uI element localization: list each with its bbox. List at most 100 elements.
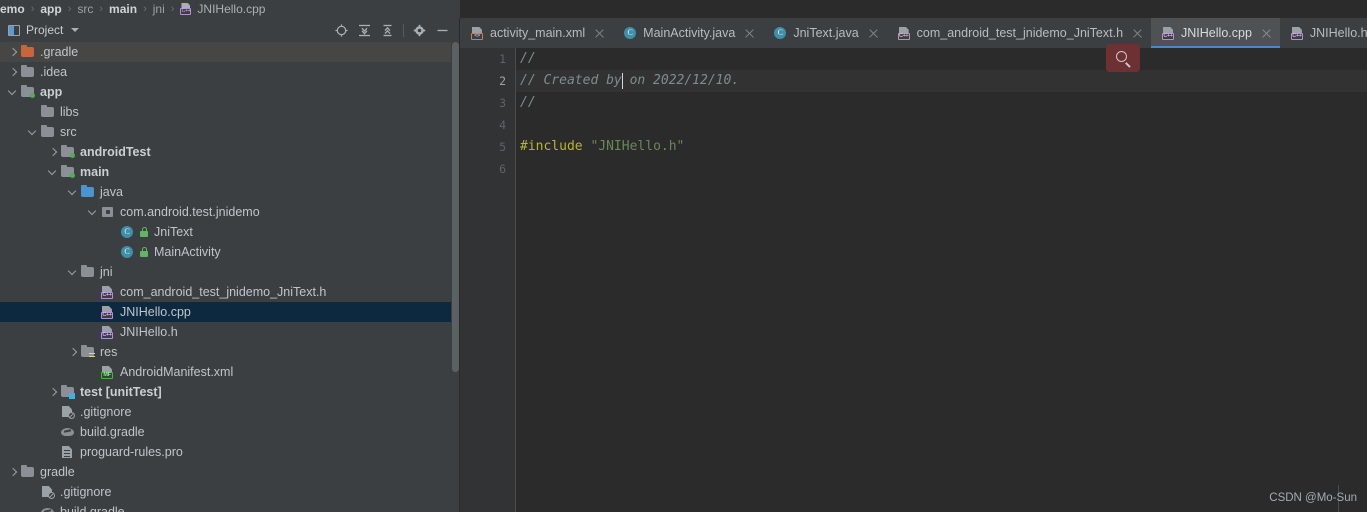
tree-row[interactable]: .gradle [0,42,460,62]
editor-tab[interactable]: C MainActivity.java [613,18,763,48]
editor-tab[interactable]: C JniText.java [763,18,886,48]
close-icon[interactable] [1261,28,1272,39]
java-class-icon: C [773,26,787,40]
tree-row-label: java [100,185,123,199]
chevron-down-icon[interactable] [28,128,37,137]
code-line[interactable]: // [520,48,536,70]
breadcrumb-item[interactable]: main [109,0,137,18]
folder-icon [40,125,55,139]
editor-tab[interactable]: C++ JNIHello.h [1280,18,1367,48]
java-class-icon: C [120,245,135,259]
tree-row[interactable]: C MainActivity [0,242,460,262]
tree-row[interactable]: main [0,162,460,182]
source-folder-icon [80,185,95,199]
code-token: "JNIHello.h" [590,139,685,154]
project-panel-toolbar [330,18,454,42]
chevron-down-icon[interactable] [48,168,57,177]
tree-row[interactable]: C++ JNIHello.h [0,322,460,342]
breadcrumb-separator: › [143,3,147,15]
tree-row[interactable]: androidTest [0,142,460,162]
chevron-down-icon[interactable] [88,208,97,217]
tree-row[interactable]: proguard-rules.pro [0,442,460,462]
tree-row[interactable]: libs [0,102,460,122]
tree-row[interactable]: C JniText [0,222,460,242]
tree-row[interactable]: MF AndroidManifest.xml [0,362,460,382]
search-button[interactable] [1106,44,1140,72]
chevron-right-icon[interactable] [68,348,77,357]
breadcrumb: emo › app › src › main › jni › C++ JNIHello.cpp [0,0,265,18]
breadcrumb-item[interactable]: emo [0,0,25,18]
tree-row[interactable]: C++ JNIHello.cpp [0,302,460,322]
close-icon[interactable] [1132,28,1143,39]
breadcrumb-separator: › [99,3,104,15]
code-line[interactable]: #include "JNIHello.h" [520,136,684,158]
tree-row[interactable]: build.gradle [0,422,460,442]
editor-tab[interactable]: C++ JNIHello.cpp [1151,18,1280,48]
lock-icon [139,246,149,258]
tree-row-label: libs [60,105,79,119]
line-number: 3 [499,96,506,110]
tree-row-label: com_android_test_jnidemo_JniText.h [120,285,327,299]
code-line[interactable]: // [520,92,536,114]
tree-row[interactable]: app [0,82,460,102]
breadcrumb-separator: › [170,3,175,15]
code-token: // Created by on 2022/12/10. [520,73,740,88]
tree-row[interactable]: build.gradle [0,502,460,512]
line-number: 5 [499,140,506,154]
chevron-right-icon[interactable] [8,48,17,57]
project-panel-title-group[interactable]: Project [0,23,80,37]
chevron-right-icon[interactable] [48,388,57,397]
collapse-all-icon[interactable] [376,18,399,42]
tree-row[interactable]: .gitignore [0,402,460,422]
chevron-right-icon[interactable] [8,68,17,77]
chevron-down-icon[interactable] [68,188,77,197]
toolbar-divider [403,23,404,37]
breadcrumb-item[interactable]: jni [153,0,165,18]
editor-tab[interactable]: <> activity_main.xml [460,18,613,48]
tree-row[interactable]: java [0,182,460,202]
resource-folder-icon [80,345,95,359]
tree-row-label: .gitignore [80,405,132,419]
breadcrumb-file[interactable]: C++ JNIHello.cpp [180,0,265,18]
chevron-down-icon[interactable] [71,28,80,32]
tree-row[interactable]: .idea [0,62,460,82]
close-icon[interactable] [868,28,879,39]
close-icon[interactable] [594,28,605,39]
chevron-down-icon[interactable] [68,268,77,277]
tree-row[interactable]: .gitignore [0,482,460,502]
breadcrumb-item[interactable]: app [40,0,61,18]
chevron-right-icon[interactable] [48,148,57,157]
breadcrumb-item[interactable]: src [77,0,93,18]
folder-icon [20,465,35,479]
minimize-icon[interactable] [431,18,454,42]
module-folder-icon [20,85,35,99]
tree-row[interactable]: res [0,342,460,362]
expand-all-icon[interactable] [353,18,376,42]
breadcrumb-file-label: JNIHello.cpp [197,2,266,16]
tree-row-label: src [60,125,77,139]
tree-row[interactable]: com.android.test.jnidemo [0,202,460,222]
chevron-right-icon[interactable] [8,468,17,477]
tree-row[interactable]: gradle [0,462,460,482]
tree-row[interactable]: C++ com_android_test_jnidemo_JniText.h [0,282,460,302]
code-token: #include [520,139,591,154]
locate-file-icon[interactable] [330,18,353,42]
tree-row[interactable]: test [unitTest] [0,382,460,402]
tree-row[interactable]: src [0,122,460,142]
tree-row[interactable]: jni [0,262,460,282]
tree-row-label: gradle [40,465,75,479]
project-tree[interactable]: .gradle .idea app libs src androidTest main jav… [0,42,460,512]
line-number: 4 [499,118,506,132]
tree-row-label: app [40,85,63,99]
editor-tab-bar: <> activity_main.xml C MainActivity.java C Jn… [460,18,1367,48]
cpp-file-icon: C++ [1161,26,1175,40]
folder-icon [80,265,95,279]
code-editor[interactable]: 1 2 3 4 5 6 // // Created by on 2022/12/10. // #… [460,48,1367,512]
chevron-down-icon[interactable] [8,88,17,97]
code-line[interactable]: // Created by on 2022/12/10. [520,70,739,92]
lock-icon [139,226,149,238]
settings-gear-icon[interactable] [408,18,431,42]
manifest-file-icon: MF [100,365,115,379]
close-icon[interactable] [744,28,755,39]
scrollbar-thumb[interactable] [452,42,459,372]
